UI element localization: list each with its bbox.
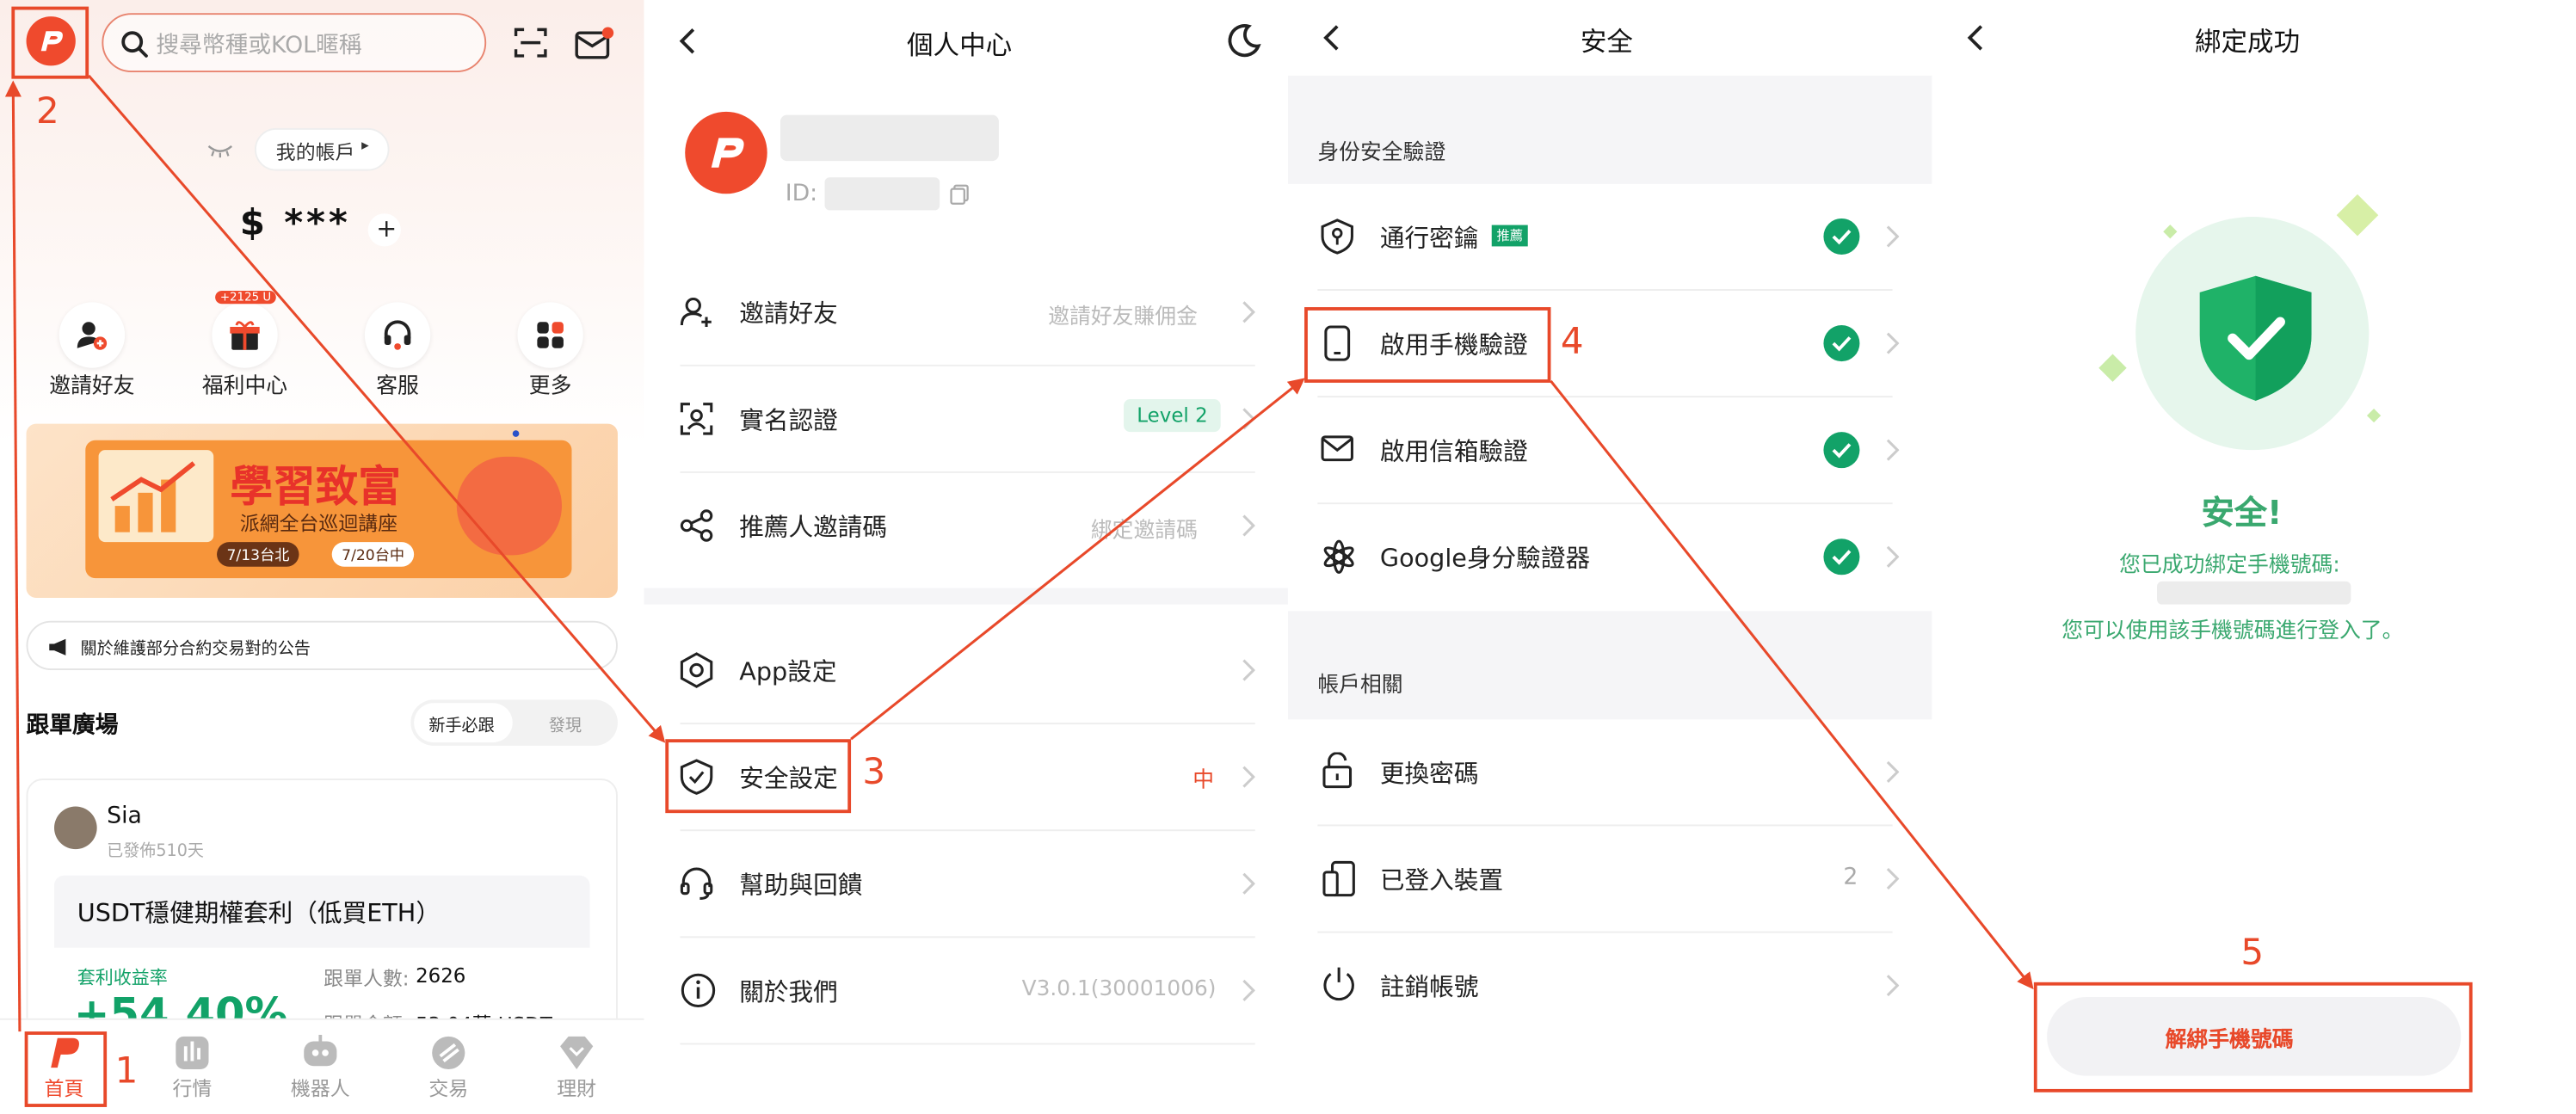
annotation-number: 5 [2240,932,2265,975]
annotation-box-avatar [11,6,89,79]
annotation-arrows [4,74,2034,1032]
annotation-box-security-settings [665,739,852,814]
annotation-number: 3 [862,752,886,794]
tutorial-canvas: 搜尋幣種或KOL暱稱 我的帳戶 ▸ $ *** + +2125 U 邀請好友 福… [0,0,2576,1114]
annotation-number: 1 [114,1051,139,1092]
annotation-box-home-tab [24,1031,108,1107]
annotation-number: 4 [1560,322,1584,363]
annotation-box-phone-verification [1304,307,1551,383]
annotation-number: 2 [36,91,59,133]
annotation-box-unbind-button [2033,982,2473,1092]
